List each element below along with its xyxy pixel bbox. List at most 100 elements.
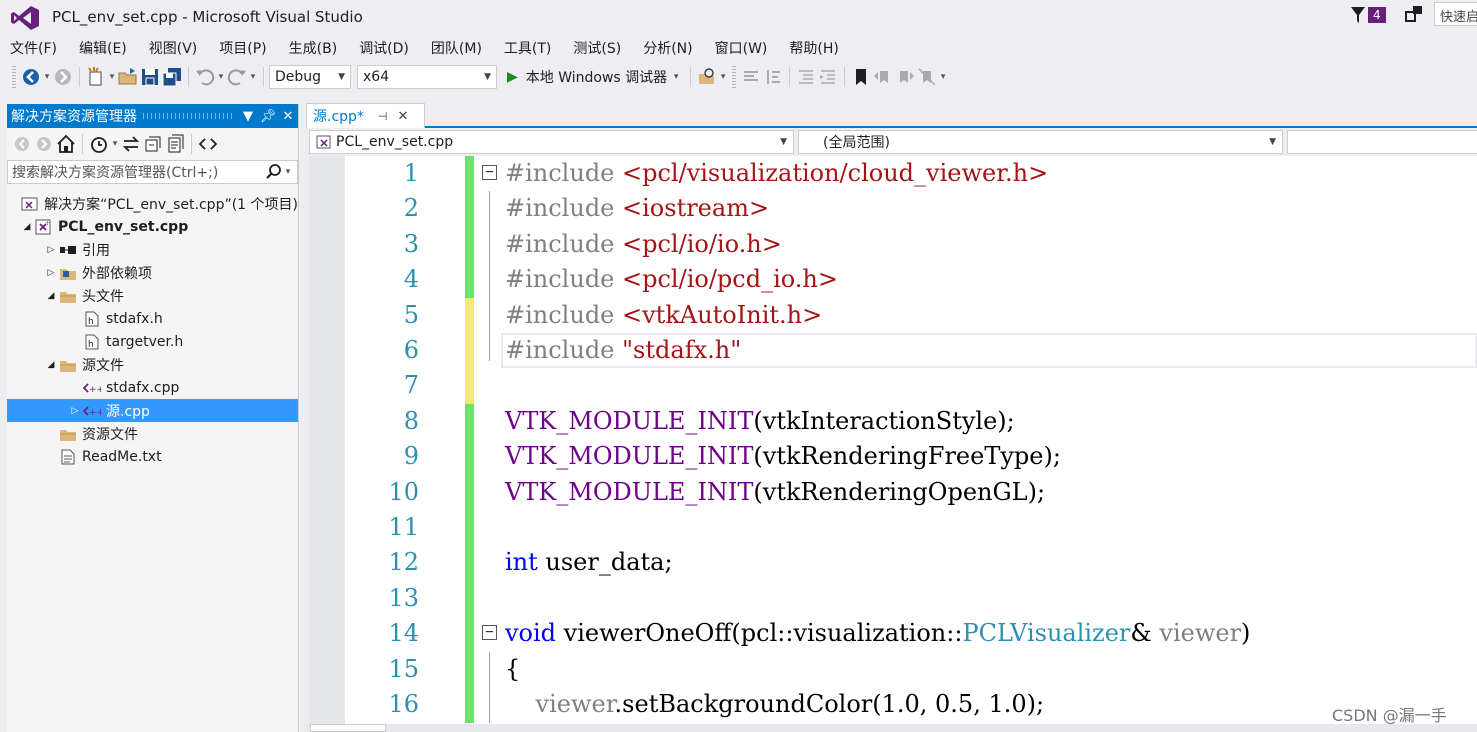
- tree-item[interactable]: ++ stdafx.cpp: [7, 376, 298, 399]
- code-line[interactable]: 4 #include <pcl/io/pcd_io.h>: [309, 262, 1477, 299]
- code-line[interactable]: 7: [309, 368, 1477, 405]
- expander-icon[interactable]: ◢: [43, 360, 59, 370]
- code-line[interactable]: 11: [309, 510, 1477, 546]
- solution-explorer-header[interactable]: 解决方案资源管理器 ▼ 📌︎ ✕: [7, 104, 298, 128]
- menu-item[interactable]: 窗口(W): [709, 36, 774, 60]
- sync-with-active-document-icon[interactable]: [120, 133, 142, 155]
- tree-item[interactable]: 解决方案“PCL_env_set.cpp”(1 个项目): [7, 192, 298, 215]
- code-line[interactable]: 12 int user_data;: [309, 545, 1477, 582]
- tree-item[interactable]: ▷ 外部依赖项: [7, 261, 298, 284]
- member-select[interactable]: [1287, 130, 1477, 154]
- undo-icon[interactable]: [194, 66, 216, 88]
- code-line[interactable]: 13: [309, 580, 1477, 617]
- menu-item[interactable]: 帮助(H): [783, 36, 844, 60]
- window-position-dropdown-icon[interactable]: ▼: [238, 109, 258, 124]
- menu-item[interactable]: 团队(M): [425, 36, 488, 60]
- navigate-forward-icon[interactable]: [52, 66, 74, 88]
- tab-source-cpp[interactable]: 源.cpp* ⊣ ✕: [306, 103, 425, 128]
- quick-launch-input[interactable]: 快速启动: [1434, 2, 1477, 26]
- clear-bookmarks-icon[interactable]: [916, 66, 938, 88]
- new-project-icon[interactable]: [85, 66, 107, 88]
- search-options-dropdown-icon[interactable]: ▾: [283, 167, 293, 177]
- code-line[interactable]: 9 VTK_MODULE_INIT(vtkRenderingFreeType);: [309, 439, 1477, 476]
- close-tab-icon[interactable]: ✕: [398, 109, 409, 124]
- menu-item[interactable]: 调试(D): [353, 36, 415, 60]
- back-icon[interactable]: [11, 133, 33, 155]
- code-line[interactable]: 14 − void viewerOneOff(pcl::visualization:…: [309, 616, 1477, 653]
- search-icon[interactable]: [265, 163, 283, 181]
- collapse-region-icon[interactable]: −: [482, 625, 497, 641]
- tree-item[interactable]: h stdafx.h: [7, 307, 298, 330]
- previous-bookmark-icon[interactable]: [872, 66, 894, 88]
- toolbar-overflow-icon[interactable]: ▾: [938, 72, 948, 82]
- undo-dropdown-icon[interactable]: ▾: [216, 72, 226, 82]
- solution-platform-select[interactable]: x64 ▼: [357, 65, 497, 89]
- tree-item[interactable]: h targetver.h: [7, 330, 298, 353]
- uncomment-lines-icon[interactable]: [762, 66, 784, 88]
- tree-item[interactable]: ReadMe.txt: [7, 445, 298, 468]
- code-line[interactable]: 15 {: [309, 651, 1477, 688]
- solution-configuration-select[interactable]: Debug ▼: [269, 65, 351, 89]
- home-icon[interactable]: [55, 133, 77, 155]
- notifications-button[interactable]: 4: [1350, 5, 1386, 25]
- toolbar-overflow-icon[interactable]: ▾: [718, 72, 728, 82]
- show-all-files-icon[interactable]: [164, 133, 186, 155]
- new-dropdown-icon[interactable]: ▾: [107, 72, 117, 82]
- run-dropdown-icon[interactable]: ▾: [671, 72, 681, 82]
- open-file-icon[interactable]: [117, 66, 139, 88]
- next-bookmark-icon[interactable]: [894, 66, 916, 88]
- code-editor[interactable]: 1− #include <pcl/visualization/cloud_view…: [309, 156, 1477, 724]
- save-icon[interactable]: [139, 66, 161, 88]
- find-in-files-icon[interactable]: [696, 66, 718, 88]
- tree-item[interactable]: ▷ ++ 源.cpp: [7, 399, 298, 422]
- pending-changes-icon[interactable]: [88, 133, 110, 155]
- tree-item[interactable]: ◢ 头文件: [7, 284, 298, 307]
- view-code-icon[interactable]: [197, 133, 219, 155]
- code-line[interactable]: 8 VTK_MODULE_INIT(vtkInteractionStyle);: [309, 403, 1477, 440]
- close-icon[interactable]: ✕: [278, 109, 298, 124]
- menu-item[interactable]: 生成(B): [283, 36, 344, 60]
- solution-explorer-search-input[interactable]: 搜索解决方案资源管理器(Ctrl+;) ▾: [7, 160, 298, 184]
- comment-lines-icon[interactable]: [740, 66, 762, 88]
- scope-select[interactable]: (全局范围) ▼: [798, 130, 1283, 154]
- code-line[interactable]: 3 #include <pcl/io/io.h>: [309, 226, 1477, 263]
- menu-item[interactable]: 项目(P): [213, 36, 272, 60]
- expander-icon[interactable]: ◢: [19, 222, 35, 232]
- menu-item[interactable]: 文件(F): [4, 36, 63, 60]
- menu-item[interactable]: 工具(T): [498, 36, 557, 60]
- menu-item[interactable]: 视图(V): [143, 36, 204, 60]
- code-line[interactable]: 1 − #include <pcl/visualization/cloud_view…: [309, 156, 1477, 192]
- tree-item[interactable]: ◢ 源文件: [7, 353, 298, 376]
- increase-indent-icon[interactable]: [817, 66, 839, 88]
- feedback-icon[interactable]: [1404, 4, 1424, 24]
- code-line[interactable]: 10 VTK_MODULE_INIT(vtkRenderingOpenGL);: [309, 474, 1477, 511]
- expander-icon[interactable]: ◢: [43, 291, 59, 301]
- zoom-select[interactable]: [310, 724, 386, 732]
- bookmark-icon[interactable]: [850, 66, 872, 88]
- code-line[interactable]: 2 #include <iostream>: [309, 191, 1477, 228]
- start-debugging-button[interactable]: ▶ 本地 Windows 调试器 ▾: [503, 67, 685, 87]
- pending-dropdown-icon[interactable]: ▾: [110, 139, 120, 149]
- expander-icon[interactable]: ▷: [43, 268, 59, 278]
- toolbar-grip[interactable]: [732, 66, 737, 88]
- redo-icon[interactable]: [226, 66, 248, 88]
- back-dropdown-icon[interactable]: ▾: [42, 72, 52, 82]
- save-all-icon[interactable]: [161, 66, 183, 88]
- pin-tab-icon[interactable]: ⊣: [378, 110, 388, 123]
- navigate-back-icon[interactable]: [20, 66, 42, 88]
- expander-icon[interactable]: ▷: [43, 245, 59, 255]
- toolbar-grip[interactable]: [12, 66, 16, 88]
- code-line[interactable]: 6 #include "stdafx.h": [309, 333, 1477, 369]
- menu-item[interactable]: 编辑(E): [73, 36, 133, 60]
- menu-item[interactable]: 测试(S): [567, 36, 627, 60]
- menu-item[interactable]: 分析(N): [637, 36, 698, 60]
- tree-item[interactable]: ▷ 引用: [7, 238, 298, 261]
- forward-icon[interactable]: [33, 133, 55, 155]
- redo-dropdown-icon[interactable]: ▾: [248, 72, 258, 82]
- pin-icon[interactable]: 📌︎: [258, 109, 278, 124]
- project-select[interactable]: PCL_env_set.cpp ▼: [309, 130, 794, 154]
- collapse-region-icon[interactable]: −: [482, 165, 497, 180]
- tree-item[interactable]: ◢ + PCL_env_set.cpp: [7, 215, 298, 238]
- tree-item[interactable]: 资源文件: [7, 422, 298, 445]
- code-line[interactable]: 16 viewer.setBackgroundColor(1.0, 0.5, 1…: [309, 687, 1477, 723]
